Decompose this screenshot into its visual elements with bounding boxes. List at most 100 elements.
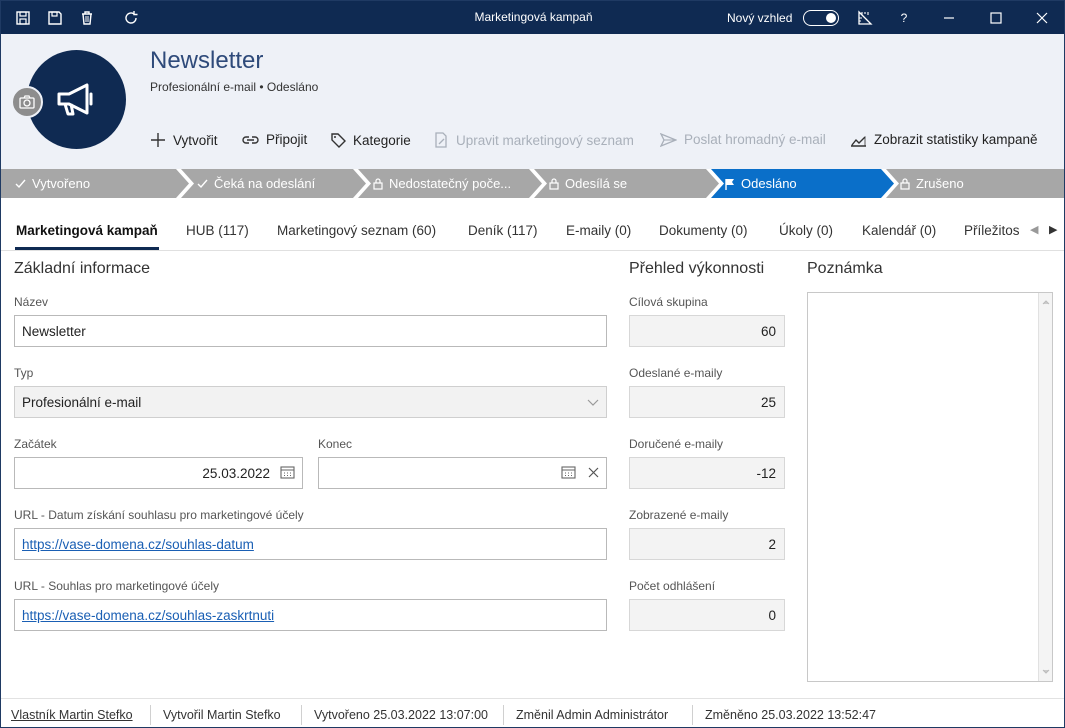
send-icon (660, 132, 677, 147)
record-header: Newsletter Profesionální e-mail • Odeslá… (1, 34, 1064, 169)
tab-documents[interactable]: Dokumenty (0) (659, 223, 748, 238)
category-button[interactable]: Kategorie (330, 132, 411, 148)
stage-bar: Vytvořeno Čeká na odeslání Nedostatečný … (1, 169, 1064, 198)
document-edit-icon (435, 132, 447, 148)
tab-scroll-right-icon[interactable]: ▶ (1049, 223, 1057, 236)
basic-info-title: Základní informace (14, 260, 151, 277)
name-field[interactable]: Newsletter (14, 315, 607, 347)
start-date-field[interactable]: 25.03.2022 (14, 457, 303, 489)
link-icon (242, 135, 259, 144)
url-consent-date-label: URL - Datum získání souhlasu pro marketi… (14, 508, 304, 522)
layout-designer-icon[interactable] (856, 9, 874, 27)
camera-icon[interactable] (11, 86, 43, 118)
stage-created[interactable]: Vytvořeno (15, 169, 90, 198)
sent-emails-label: Odeslané e-maily (629, 366, 723, 380)
type-value: Profesionální e-mail (22, 394, 142, 410)
footer-divider (503, 705, 504, 725)
record-footer: Vlastník Martin Stefko Vytvořil Martin S… (1, 698, 1064, 727)
show-campaign-stats-button[interactable]: Zobrazit statistiky kampaně (850, 132, 1038, 147)
owner-link[interactable]: Vlastník Martin Stefko (11, 708, 133, 722)
tab-marketing-list[interactable]: Marketingový seznam (60) (277, 223, 436, 238)
tab-emails[interactable]: E-maily (0) (566, 223, 631, 238)
viewed-emails-field: 2 (629, 528, 785, 560)
edit-marketing-list-label: Upravit marketingový seznam (456, 132, 634, 148)
modified-at: Změněno 25.03.2022 13:52:47 (705, 708, 876, 722)
stage-insufficient[interactable]: Nedostatečný poče... (373, 169, 511, 198)
send-bulk-email-button[interactable]: Poslat hromadný e-mail (660, 132, 826, 147)
close-icon[interactable] (1033, 9, 1051, 27)
target-group-label: Cílová skupina (629, 295, 708, 309)
show-campaign-stats-label: Zobrazit statistiky kampaně (874, 132, 1038, 147)
category-label: Kategorie (353, 132, 411, 148)
stage-sent[interactable]: Odesláno (725, 169, 797, 198)
sent-emails-value: 25 (760, 394, 776, 410)
page-title: Newsletter (150, 47, 264, 74)
check-icon (15, 179, 26, 189)
notes-textarea[interactable] (807, 292, 1053, 682)
url-consent-link[interactable]: https://vase-domena.cz/souhlas-zaskrtnut… (22, 608, 274, 623)
scroll-down-icon[interactable] (1039, 665, 1053, 679)
minimize-icon[interactable] (940, 9, 958, 27)
sent-emails-field: 25 (629, 386, 785, 418)
scroll-up-icon[interactable] (1039, 295, 1053, 309)
tab-journal[interactable]: Deník (117) (468, 223, 538, 238)
url-consent-date-field[interactable]: https://vase-domena.cz/souhlas-datum (14, 528, 607, 560)
title-bar: Marketingová kampaň Nový vzhled ? (1, 1, 1064, 34)
tab-scroll-left-icon[interactable]: ◀ (1030, 223, 1038, 236)
clear-icon[interactable] (588, 466, 599, 481)
delivered-emails-label: Doručené e-maily (629, 437, 724, 451)
delivered-emails-value: -12 (756, 465, 776, 481)
end-date-field[interactable] (318, 457, 607, 489)
tab-calendar[interactable]: Kalendář (0) (862, 223, 936, 238)
unsubscribes-value: 0 (768, 607, 776, 623)
calendar-icon[interactable] (561, 465, 576, 482)
delivered-emails-field: -12 (629, 457, 785, 489)
stage-label: Nedostatečný poče... (389, 176, 512, 191)
megaphone-icon (57, 83, 92, 115)
created-by: Vytvořil Martin Stefko (163, 708, 281, 722)
notes-scrollbar[interactable] (1038, 293, 1052, 681)
app-window: Marketingová kampaň Nový vzhled ? Newsle… (0, 0, 1065, 728)
maximize-icon[interactable] (987, 9, 1005, 27)
tab-opportunities[interactable]: Příležitos (964, 223, 1020, 238)
help-button[interactable]: ? (895, 9, 913, 27)
attach-button[interactable]: Připojit (242, 132, 307, 147)
record-subtitle: Profesionální e-mail • Odesláno (150, 80, 319, 94)
unsubscribes-field: 0 (629, 599, 785, 631)
stage-label: Odesláno (741, 176, 797, 191)
calendar-icon[interactable] (280, 465, 295, 482)
modified-by: Změnil Admin Administrátor (516, 708, 669, 722)
tab-tasks[interactable]: Úkoly (0) (779, 223, 833, 238)
create-button[interactable]: Vytvořit (150, 132, 218, 148)
created-at: Vytvořeno 25.03.2022 13:07:00 (314, 708, 488, 722)
stage-label: Zrušeno (916, 176, 964, 191)
send-bulk-email-label: Poslat hromadný e-mail (684, 132, 826, 147)
url-consent-field[interactable]: https://vase-domena.cz/souhlas-zaskrtnut… (14, 599, 607, 631)
unsubscribes-label: Počet odhlášení (629, 579, 716, 593)
stage-cancelled[interactable]: Zrušeno (900, 169, 964, 198)
new-look-toggle[interactable] (803, 10, 839, 26)
target-group-value: 60 (760, 323, 776, 339)
plus-icon (151, 133, 165, 147)
performance-title: Přehled výkonnosti (629, 260, 765, 277)
stage-sending[interactable]: Odesílá se (549, 169, 627, 198)
lock-icon (549, 177, 559, 190)
chart-icon (851, 135, 866, 147)
name-label: Název (14, 295, 49, 309)
stage-waiting[interactable]: Čeká na odeslání (197, 169, 315, 198)
viewed-emails-value: 2 (768, 536, 776, 552)
stage-label: Vytvořeno (32, 176, 91, 191)
attach-label: Připojit (266, 132, 308, 147)
lock-icon (373, 177, 383, 190)
tab-marketing-campaign[interactable]: Marketingová kampaň (16, 223, 158, 238)
footer-divider (301, 705, 302, 725)
url-consent-date-link[interactable]: https://vase-domena.cz/souhlas-datum (22, 537, 254, 552)
target-group-field: 60 (629, 315, 785, 347)
name-value: Newsletter (22, 323, 86, 339)
stage-label: Čeká na odeslání (214, 176, 316, 191)
edit-marketing-list-button[interactable]: Upravit marketingový seznam (433, 132, 634, 148)
type-select[interactable]: Profesionální e-mail (14, 386, 607, 418)
tab-hub[interactable]: HUB (117) (186, 223, 249, 238)
create-label: Vytvořit (173, 132, 218, 148)
type-label: Typ (14, 366, 34, 380)
